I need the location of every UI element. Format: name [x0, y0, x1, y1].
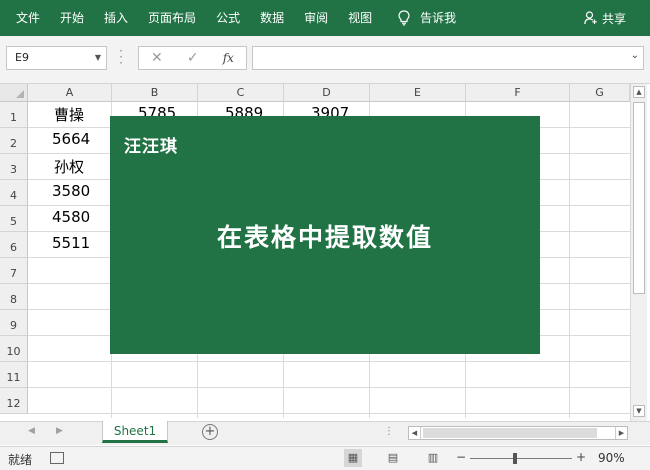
row-header-4[interactable]: 4 [0, 180, 28, 206]
name-box-value: E9 [15, 51, 29, 64]
row-header-11[interactable]: 11 [0, 362, 28, 388]
sheet-tab-sheet1[interactable]: Sheet1 [102, 421, 168, 443]
gridline [28, 413, 630, 414]
row-header-9[interactable]: 9 [0, 310, 28, 336]
name-box[interactable]: E9 ▼ [6, 46, 107, 70]
enter-check-icon[interactable]: ✓ [187, 50, 199, 66]
scroll-left-icon[interactable]: ◀ [409, 427, 421, 439]
tab-home[interactable]: 开始 [50, 0, 94, 36]
row-header-2[interactable]: 2 [0, 128, 28, 154]
horizontal-scrollbar[interactable]: ◀ ▶ [408, 426, 628, 440]
title-banner: 汪汪琪 在表格中提取数值 [110, 116, 540, 354]
expand-formula-icon[interactable]: ⌄ [631, 50, 639, 61]
cell-a3[interactable]: 孙权 [54, 156, 84, 177]
lightbulb-icon [398, 10, 410, 26]
tab-view[interactable]: 视图 [338, 0, 382, 36]
tell-me-label: 告诉我 [420, 11, 457, 25]
column-header-b[interactable]: B [112, 84, 198, 102]
status-bar: 就绪 ▦ ▤ ▥ − + 90% [0, 446, 650, 470]
scroll-up-icon[interactable]: ▲ [633, 86, 645, 98]
resize-handle-icon[interactable]: · · · [118, 45, 124, 69]
macro-record-icon[interactable] [50, 452, 64, 464]
ribbon-menu-bar: 文件 开始 插入 页面布局 公式 数据 审阅 视图 告诉我 共享 [0, 0, 650, 36]
cell-a6[interactable]: 5511 [52, 234, 90, 252]
row-header-6[interactable]: 6 [0, 232, 28, 258]
insert-function-icon[interactable]: fx [223, 51, 234, 65]
scroll-down-icon[interactable]: ▼ [633, 405, 645, 417]
zoom-out-icon[interactable]: − [456, 450, 466, 464]
person-add-icon [584, 11, 597, 25]
cell-a1[interactable]: 曹操 [54, 104, 84, 125]
chevron-down-icon[interactable]: ▼ [95, 47, 101, 69]
column-header-e[interactable]: E [370, 84, 466, 102]
zoom-level[interactable]: 90% [598, 451, 625, 465]
vertical-scroll-thumb[interactable] [633, 102, 645, 294]
tab-split-handle-icon[interactable]: ⋮ [384, 426, 394, 437]
tab-review[interactable]: 审阅 [294, 0, 338, 36]
formula-buttons: ✕ ✓ fx [138, 46, 247, 70]
scroll-right-icon[interactable]: ▶ [615, 427, 627, 439]
tab-file[interactable]: 文件 [0, 0, 50, 36]
author-name: 汪汪琪 [124, 137, 178, 157]
tab-insert[interactable]: 插入 [94, 0, 138, 36]
tab-data[interactable]: 数据 [250, 0, 294, 36]
row-header-1[interactable]: 1 [0, 102, 28, 128]
next-sheet-icon[interactable]: ▶ [56, 426, 63, 436]
row-header-10[interactable]: 10 [0, 336, 28, 362]
cell-a4[interactable]: 3580 [52, 182, 90, 200]
row-header-12[interactable]: 12 [0, 388, 28, 414]
column-header-f[interactable]: F [466, 84, 570, 102]
column-header-c[interactable]: C [198, 84, 284, 102]
row-header-5[interactable]: 5 [0, 206, 28, 232]
share-button[interactable]: 共享 [584, 0, 626, 36]
row-header-7[interactable]: 7 [0, 258, 28, 284]
vertical-scrollbar[interactable]: ▲ ▼ [630, 84, 647, 421]
sheet-tab-bar: ◀ ▶ Sheet1 + ⋮ ◀ ▶ [0, 421, 650, 445]
tab-page-layout[interactable]: 页面布局 [138, 0, 206, 36]
page-break-preview-icon[interactable]: ▥ [424, 449, 442, 467]
formula-bar: E9 ▼ · · · ✕ ✓ fx ⌄ [0, 36, 650, 84]
column-header-g[interactable]: G [570, 84, 630, 102]
select-all-corner[interactable] [0, 84, 28, 102]
row-header-3[interactable]: 3 [0, 154, 28, 180]
cell-a2[interactable]: 5664 [52, 130, 90, 148]
horizontal-scroll-thumb[interactable] [423, 428, 597, 438]
row-header-8[interactable]: 8 [0, 284, 28, 310]
gridline [28, 387, 630, 388]
tab-formulas[interactable]: 公式 [206, 0, 250, 36]
column-header-a[interactable]: A [28, 84, 112, 102]
cancel-icon[interactable]: ✕ [151, 50, 163, 66]
tell-me-box[interactable]: 告诉我 [388, 0, 466, 36]
gridline [569, 102, 570, 418]
banner-headline: 在表格中提取数值 [216, 223, 433, 252]
page-layout-view-icon[interactable]: ▤ [384, 449, 402, 467]
share-label: 共享 [601, 11, 626, 26]
add-sheet-icon[interactable]: + [202, 424, 218, 440]
formula-input[interactable]: ⌄ [252, 46, 644, 70]
gridline [28, 361, 630, 362]
zoom-in-icon[interactable]: + [576, 450, 586, 464]
normal-view-icon[interactable]: ▦ [344, 449, 362, 467]
cell-a5[interactable]: 4580 [52, 208, 90, 226]
status-ready: 就绪 [8, 453, 33, 467]
zoom-slider-thumb[interactable] [513, 453, 517, 464]
column-header-d[interactable]: D [284, 84, 370, 102]
zoom-slider[interactable] [470, 458, 572, 459]
prev-sheet-icon[interactable]: ◀ [28, 426, 35, 436]
